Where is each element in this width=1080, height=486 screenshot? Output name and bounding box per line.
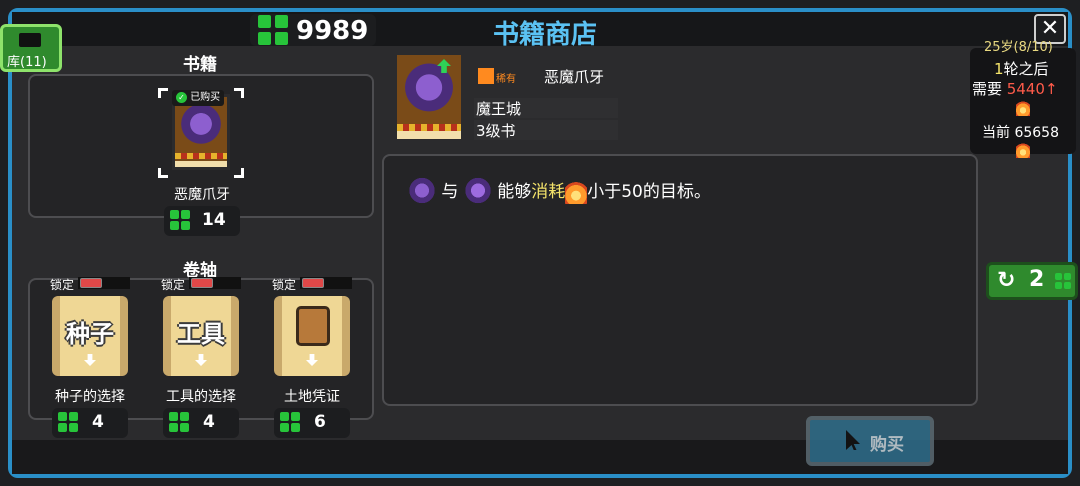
lock-toggle[interactable] <box>80 278 102 288</box>
book-card[interactable]: ✓ 已购买 <box>158 88 244 178</box>
detail-book-image <box>394 52 464 142</box>
lock-label: 锁定 <box>161 278 186 292</box>
desc-tail: 小于50的目标。 <box>587 182 711 202</box>
clover-icon <box>258 15 288 45</box>
clover-icon <box>58 412 78 432</box>
storage-label: 库(11) <box>7 55 47 70</box>
desc-keyword: 消耗 <box>531 182 566 202</box>
demon-king-icon <box>463 177 492 207</box>
clover-icon <box>169 412 189 432</box>
need-value: 5440 <box>1006 80 1045 98</box>
lock-toggle[interactable] <box>191 278 213 288</box>
desc-can: 能够 <box>497 182 532 202</box>
current-label: 当前 <box>982 125 1010 141</box>
clover-icon <box>280 412 300 432</box>
rounds-remaining: 1轮之后 <box>994 58 1049 79</box>
selection-corner <box>158 88 168 98</box>
cursor-icon <box>846 430 860 450</box>
scroll-name: 种子的选择 <box>55 389 125 405</box>
rarity-label: 稀有 <box>496 74 516 85</box>
fire-icon <box>1016 100 1030 116</box>
shop-title: 书籍商店 <box>492 20 597 50</box>
demon-minion-icon <box>408 177 436 207</box>
need-label: 需要 <box>972 80 1003 98</box>
scroll-price: 4 <box>163 408 239 438</box>
detail-level: 3级书 <box>474 120 618 140</box>
age-label: 25岁(8/10) <box>984 40 1053 55</box>
desc-and: 与 <box>441 182 459 202</box>
deed-icon <box>296 306 330 346</box>
down-arrow-icon <box>195 354 207 366</box>
buy-button[interactable]: 购买 <box>806 416 934 466</box>
scroll-lock[interactable]: 锁定 <box>50 276 130 292</box>
rounds-number: 1 <box>994 60 1004 78</box>
lock-toggle[interactable] <box>302 278 324 288</box>
selection-corner <box>234 88 244 98</box>
scroll-name: 工具的选择 <box>166 389 236 405</box>
selection-corner <box>158 168 168 178</box>
book-price-value: 14 <box>202 210 226 230</box>
rounds-text: 轮之后 <box>1003 60 1049 78</box>
detail-book-name: 恶魔爪牙 <box>544 68 605 86</box>
storage-button[interactable]: 库(11) <box>0 24 62 72</box>
folder-icon <box>19 33 41 47</box>
clover-icon <box>170 210 190 230</box>
description-text: 与 能够消耗 小于50的目标。 <box>408 176 968 210</box>
lock-label: 锁定 <box>50 278 75 292</box>
up-arrow-icon: ↑ <box>1044 80 1058 98</box>
book-name: 恶魔爪牙 <box>174 187 230 203</box>
scroll-price: 6 <box>274 408 350 438</box>
scroll-card[interactable]: 种子 <box>52 296 128 376</box>
scroll-card[interactable]: 工具 <box>163 296 239 376</box>
scroll-price-value: 4 <box>203 412 215 432</box>
scroll-price-value: 6 <box>314 412 326 432</box>
purchased-label: 已购买 <box>190 92 221 103</box>
current-row: 当前 65658 <box>982 122 1059 142</box>
down-arrow-icon <box>306 354 318 366</box>
scroll-lock[interactable]: 锁定 <box>161 276 241 292</box>
scroll-name: 土地凭证 <box>284 389 340 405</box>
refresh-button[interactable]: ↻ 2 <box>986 262 1078 300</box>
scroll-lock[interactable]: 锁定 <box>272 276 352 292</box>
need-row: 需要 5440↑ <box>972 78 1058 99</box>
clover-icon <box>1055 273 1071 289</box>
scroll-word: 工具 <box>177 320 225 348</box>
refresh-count: 2 <box>1029 267 1045 292</box>
currency-amount: 9989 <box>296 16 369 46</box>
buy-label: 购买 <box>870 435 904 455</box>
books-section-title: 书籍 <box>183 55 217 75</box>
scroll-price-value: 4 <box>92 412 104 432</box>
refresh-icon: ↻ <box>997 268 1016 293</box>
lock-label: 锁定 <box>272 278 297 292</box>
currency-display: 9989 <box>250 14 376 46</box>
detail-location: 魔王城 <box>474 98 618 118</box>
scroll-word: 种子 <box>66 320 114 348</box>
scroll-price: 4 <box>52 408 128 438</box>
scroll-card[interactable] <box>274 296 350 376</box>
current-value: 65658 <box>1014 125 1059 141</box>
fire-icon <box>1016 142 1030 158</box>
selection-corner <box>234 168 244 178</box>
fire-icon <box>565 180 588 204</box>
book-price: 14 <box>164 206 240 236</box>
purchased-badge: ✓ 已购买 <box>172 90 225 106</box>
rarity-icon <box>478 68 494 84</box>
down-arrow-icon <box>84 354 96 366</box>
check-icon: ✓ <box>176 91 187 103</box>
